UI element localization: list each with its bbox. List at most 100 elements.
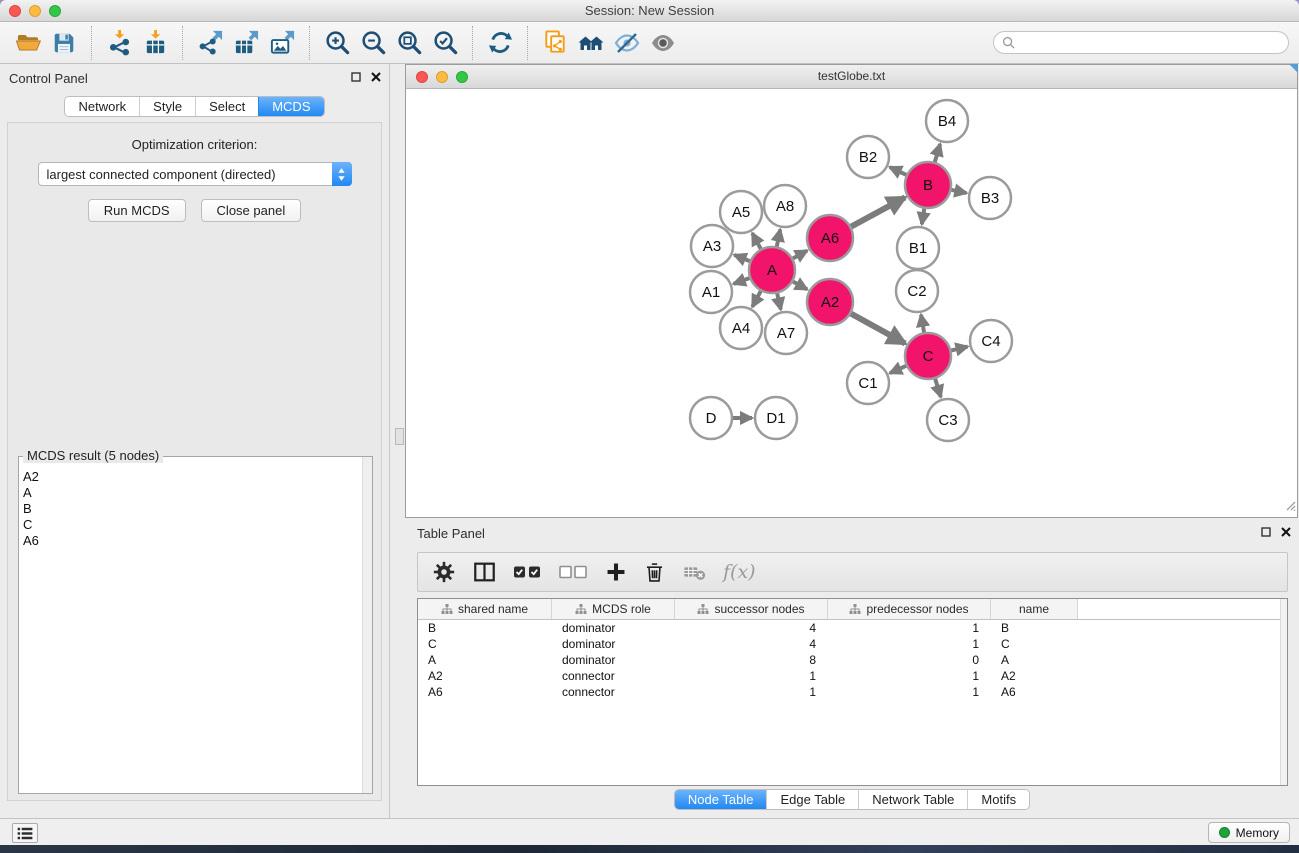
tab-network-table[interactable]: Network Table [858, 790, 967, 809]
graph-node-A[interactable]: A [749, 247, 795, 293]
zoom-fit-button[interactable] [391, 25, 427, 61]
column-header-successor-nodes[interactable]: successor nodes [675, 599, 828, 619]
graph-node-C4[interactable]: C4 [970, 320, 1012, 362]
graph-edge-B-B3[interactable] [951, 190, 967, 193]
table-settings-button[interactable] [428, 556, 460, 588]
show-graphics-button[interactable] [645, 25, 681, 61]
graph-node-B3[interactable]: B3 [969, 177, 1011, 219]
graph-edge-A-A1[interactable] [734, 278, 751, 284]
graph-edge-A2-C[interactable] [850, 313, 905, 343]
search-input[interactable] [1020, 35, 1288, 51]
zoom-in-button[interactable] [319, 25, 355, 61]
table-scrollbar[interactable] [1280, 599, 1287, 785]
graph-node-A8[interactable]: A8 [764, 185, 806, 227]
mcds-result-item[interactable]: C [23, 517, 361, 533]
delete-column-button[interactable] [639, 556, 670, 588]
graph-edge-A-A5[interactable] [752, 233, 761, 250]
table-row-a[interactable]: Adominator80A [418, 652, 1287, 668]
graph-edge-A-A2[interactable] [792, 281, 807, 289]
new-network-from-selection-button[interactable] [537, 25, 573, 61]
table-row-a2[interactable]: A2connector11A2 [418, 668, 1287, 684]
tab-node-table[interactable]: Node Table [675, 790, 767, 809]
column-header-name[interactable]: name [991, 599, 1078, 619]
export-image-button[interactable] [264, 25, 300, 61]
panels-menu-button[interactable] [12, 823, 38, 843]
graph-node-A5[interactable]: A5 [720, 191, 762, 233]
graph-node-B1[interactable]: B1 [897, 227, 939, 269]
mcds-result-item[interactable]: B [23, 501, 361, 517]
home-button[interactable] [573, 25, 609, 61]
export-network-button[interactable] [192, 25, 228, 61]
hide-graphics-button[interactable] [609, 25, 645, 61]
zoom-selected-button[interactable] [427, 25, 463, 61]
graph-edge-C-C3[interactable] [935, 378, 941, 397]
close-panel-icon[interactable] [371, 72, 381, 82]
graph-node-A3[interactable]: A3 [691, 225, 733, 267]
graph-node-A1[interactable]: A1 [690, 271, 732, 313]
mcds-list-scrollbar[interactable] [362, 457, 372, 793]
zoom-out-button[interactable] [355, 25, 391, 61]
graph-node-A4[interactable]: A4 [720, 307, 762, 349]
tab-motifs[interactable]: Motifs [967, 790, 1029, 809]
import-network-button[interactable] [101, 25, 137, 61]
criterion-select[interactable]: largest connected component (directed) [38, 162, 352, 186]
tab-select[interactable]: Select [195, 97, 258, 116]
close-panel-button[interactable]: Close panel [201, 199, 302, 222]
graph-edge-B-B4[interactable] [935, 144, 941, 163]
mcds-result-item[interactable]: A [23, 485, 361, 501]
graph-node-D[interactable]: D [690, 397, 732, 439]
graph-edge-B-B2[interactable] [890, 167, 908, 175]
refresh-button[interactable] [482, 25, 518, 61]
tab-style[interactable]: Style [139, 97, 195, 116]
run-mcds-button[interactable]: Run MCDS [88, 199, 186, 222]
graph-edge-A-A3[interactable] [734, 255, 750, 262]
close-panel-icon[interactable] [1281, 527, 1291, 537]
graph-node-C2[interactable]: C2 [896, 270, 938, 312]
create-column-button[interactable] [601, 556, 631, 588]
table-row-a6[interactable]: A6connector11A6 [418, 684, 1287, 700]
deselect-all-columns-button[interactable] [555, 556, 593, 588]
graph-edge-A-A7[interactable] [777, 293, 781, 310]
graph-node-D1[interactable]: D1 [755, 397, 797, 439]
graph-edge-C-C1[interactable] [890, 365, 907, 373]
float-panel-icon[interactable] [351, 72, 361, 82]
memory-button[interactable]: Memory [1208, 822, 1290, 843]
export-table-button[interactable] [228, 25, 264, 61]
graph-node-C1[interactable]: C1 [847, 362, 889, 404]
graph-node-C[interactable]: C [905, 333, 951, 379]
graph-edge-A-A8[interactable] [777, 230, 781, 248]
graph-node-B[interactable]: B [905, 162, 951, 208]
graph-node-A2[interactable]: A2 [807, 279, 853, 325]
graph-edge-A-A6[interactable] [792, 251, 807, 259]
table-row-c[interactable]: Cdominator41C [418, 636, 1287, 652]
vertical-splitter-grip[interactable] [395, 428, 404, 445]
graph-node-C3[interactable]: C3 [927, 399, 969, 441]
tab-edge-table[interactable]: Edge Table [766, 790, 858, 809]
graph-node-A6[interactable]: A6 [807, 215, 853, 261]
graph-node-B2[interactable]: B2 [847, 136, 889, 178]
mcds-result-item[interactable]: A6 [23, 533, 361, 549]
frame-resize-grip[interactable] [1284, 498, 1296, 516]
graph-edge-C-C4[interactable] [950, 347, 967, 351]
mcds-result-item[interactable]: A2 [23, 469, 361, 485]
select-all-columns-button[interactable] [509, 556, 547, 588]
graph-node-A7[interactable]: A7 [765, 312, 807, 354]
graph-edge-B-B1[interactable] [922, 208, 925, 225]
graph-edge-C-C2[interactable] [921, 315, 924, 334]
network-canvas[interactable]: A5A8 A3 A6 A A1A4A7A2 B2 B4 B B3 B1C2 C C1 C4C3 D D1 [406, 89, 1297, 517]
tab-mcds[interactable]: MCDS [258, 97, 323, 116]
open-session-button[interactable] [10, 25, 46, 61]
column-header-mcds-role[interactable]: MCDS role [552, 599, 675, 619]
svg-text:C1: C1 [858, 375, 877, 392]
save-session-button[interactable] [46, 25, 82, 61]
table-row-b[interactable]: Bdominator41B [418, 620, 1287, 636]
float-panel-icon[interactable] [1261, 527, 1271, 537]
graph-edge-A-A4[interactable] [752, 290, 761, 307]
graph-edge-A6-B[interactable] [850, 197, 905, 227]
tab-network[interactable]: Network [65, 97, 139, 116]
show-column-panel-button[interactable] [468, 556, 501, 588]
column-header-predecessor-nodes[interactable]: predecessor nodes [828, 599, 991, 619]
column-header-shared-name[interactable]: shared name [418, 599, 552, 619]
graph-node-B4[interactable]: B4 [926, 100, 968, 142]
import-table-button[interactable] [137, 25, 173, 61]
